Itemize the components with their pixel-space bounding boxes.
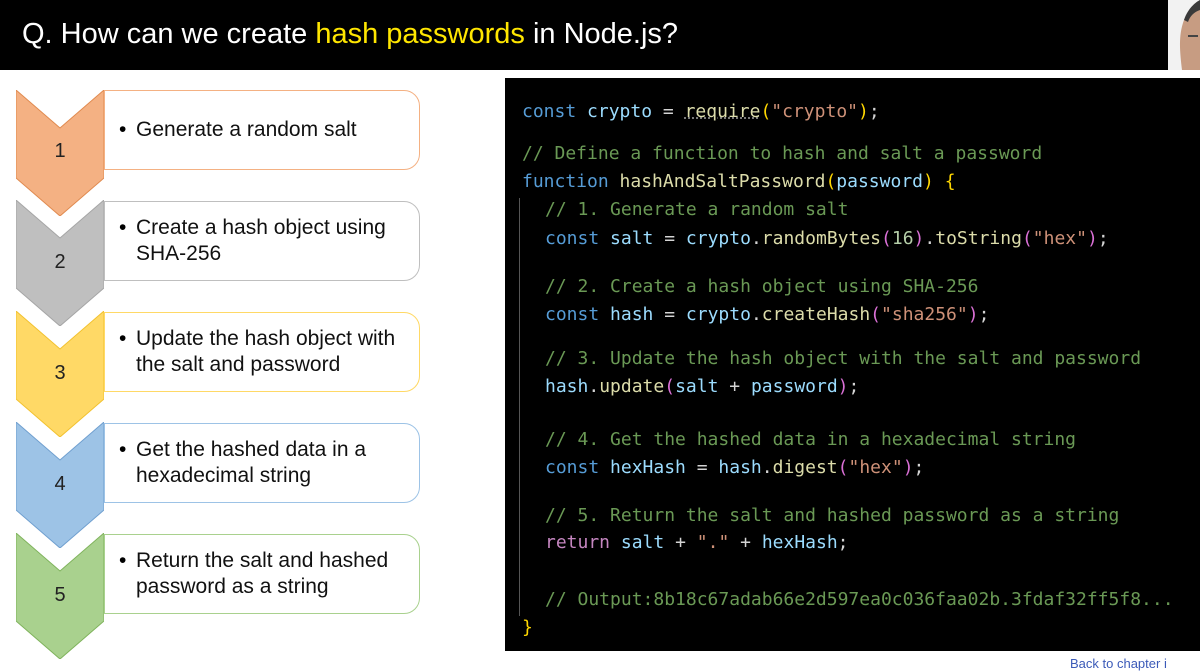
- step-2-number: 2: [54, 251, 66, 273]
- code-line-6: // 2. Create a hash object using SHA-256: [545, 276, 979, 297]
- code-line-4: // 1. Generate a random salt: [545, 199, 849, 220]
- step-4-text: Get the hashed data in a hexadecimal str…: [136, 438, 367, 487]
- code-line-5: const salt = crypto.randomBytes(16).toSt…: [545, 228, 1109, 249]
- code-line-2: // Define a function to hash and salt a …: [522, 143, 1043, 164]
- code-panel: const crypto = require("crypto"); // Def…: [505, 78, 1200, 651]
- step-2-text: Create a hash object using SHA-256: [136, 216, 386, 265]
- step-1-text: Generate a random salt: [136, 118, 357, 141]
- code-line-3: function hashAndSaltPassword(password) {: [522, 171, 956, 192]
- code-line-13: return salt + "." + hexHash;: [545, 532, 849, 553]
- code-line-15: }: [522, 617, 533, 638]
- page-title: Q. How can we create hash passwords in N…: [22, 15, 678, 53]
- title-suffix: in Node.js?: [524, 18, 679, 50]
- step-2-box: • Create a hash object using SHA-256: [104, 201, 420, 281]
- step-1-box: • Generate a random salt: [104, 90, 420, 170]
- back-to-chapter-link[interactable]: Back to chapter i: [1070, 656, 1167, 671]
- code-line-14: // Output:8b18c67adab66e2d597ea0c036faa0…: [545, 589, 1174, 610]
- step-1-number: 1: [54, 140, 66, 162]
- step-3-box: • Update the hash object with the salt an…: [104, 312, 420, 392]
- step-5-box: • Return the salt and hashed password as …: [104, 534, 420, 614]
- code-line-10: // 4. Get the hashed data in a hexadecim…: [545, 429, 1077, 450]
- title-highlight: hash passwords: [315, 18, 525, 50]
- step-5-number: 5: [54, 584, 66, 606]
- step-5-text: Return the salt and hashed password as a…: [136, 549, 389, 598]
- title-bar: Q. How can we create hash passwords in N…: [0, 0, 1200, 70]
- code-line-8: // 3. Update the hash object with the sa…: [545, 348, 1142, 369]
- step-3-number: 3: [54, 362, 66, 384]
- code-line-12: // 5. Return the salt and hashed passwor…: [545, 505, 1120, 526]
- presenter-avatar: [1168, 0, 1200, 70]
- step-4-number: 4: [54, 473, 66, 495]
- code-line-9: hash.update(salt + password);: [545, 376, 860, 397]
- code-line-7: const hash = crypto.createHash("sha256")…: [545, 304, 990, 325]
- step-3-text: Update the hash object with the salt and…: [136, 327, 396, 376]
- title-prefix: Q. How can we create: [22, 18, 316, 50]
- step-4-box: • Get the hashed data in a hexadecimal st…: [104, 423, 420, 503]
- code-line-1: const crypto = require("crypto");: [522, 101, 880, 122]
- code-line-11: const hexHash = hash.digest("hex");: [545, 457, 925, 478]
- indent-guide: [519, 198, 520, 616]
